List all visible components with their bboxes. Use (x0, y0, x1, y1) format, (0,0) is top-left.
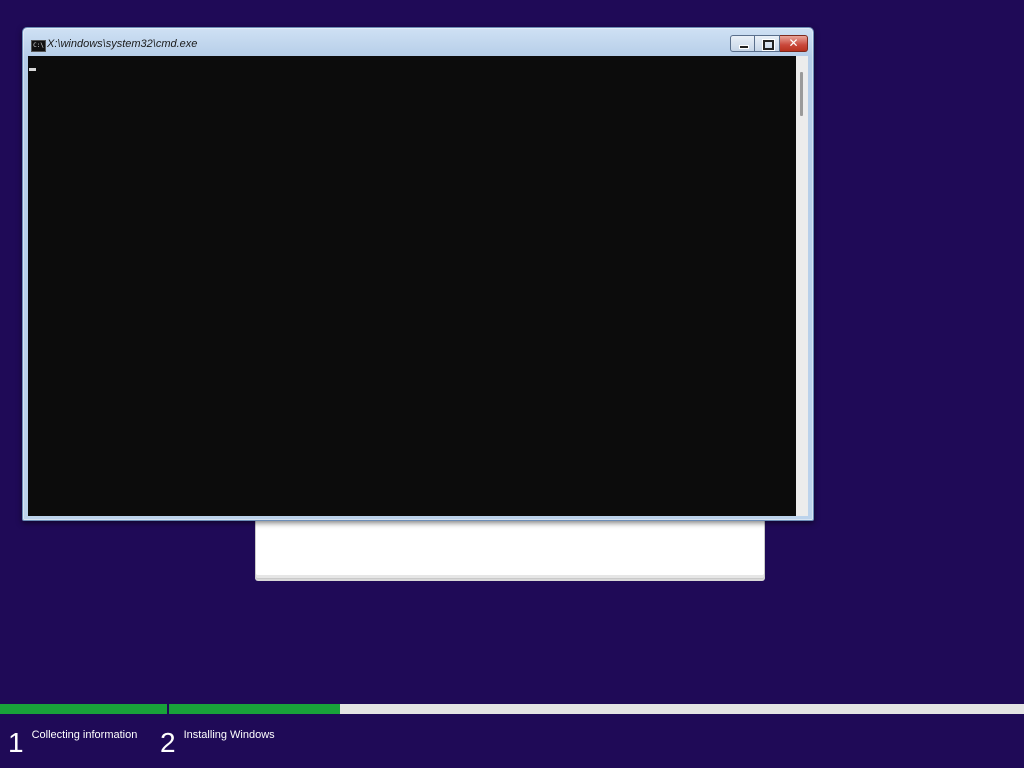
title-bar[interactable]: C:\ X:\windows\system32\cmd.exe ✕ (23, 28, 813, 56)
cmd-window[interactable]: C:\ X:\windows\system32\cmd.exe ✕ (22, 27, 814, 521)
desktop: C:\ X:\windows\system32\cmd.exe ✕ 1 Coll… (0, 0, 1024, 768)
step-installing-windows: 2 Installing Windows (160, 726, 275, 760)
console-icon[interactable]: C:\ (31, 40, 46, 52)
console-cursor (29, 68, 36, 71)
vertical-scrollbar[interactable] (796, 56, 808, 516)
step-label: Collecting information (31, 729, 138, 741)
step-number: 1 (8, 727, 24, 758)
console-area[interactable] (28, 56, 796, 516)
progress-divider (167, 704, 169, 714)
step-number: 2 (160, 727, 176, 758)
setup-progress-bar (0, 704, 1024, 714)
progress-segment-installing (169, 704, 340, 714)
close-button[interactable]: ✕ (780, 35, 808, 52)
maximize-icon (763, 40, 774, 50)
close-icon: ✕ (788, 36, 799, 50)
minimize-icon (739, 45, 749, 49)
step-collecting-information: 1 Collecting information (8, 726, 137, 760)
maximize-button[interactable] (755, 35, 780, 52)
window-title: X:\windows\system32\cmd.exe (47, 38, 198, 50)
caption-buttons: ✕ (730, 35, 808, 53)
setup-steps: 1 Collecting information 2 Installing Wi… (0, 714, 1024, 768)
step-label: Installing Windows (183, 729, 275, 741)
scrollbar-thumb[interactable] (800, 72, 803, 116)
minimize-button[interactable] (730, 35, 755, 52)
progress-segment-collecting (0, 704, 167, 714)
